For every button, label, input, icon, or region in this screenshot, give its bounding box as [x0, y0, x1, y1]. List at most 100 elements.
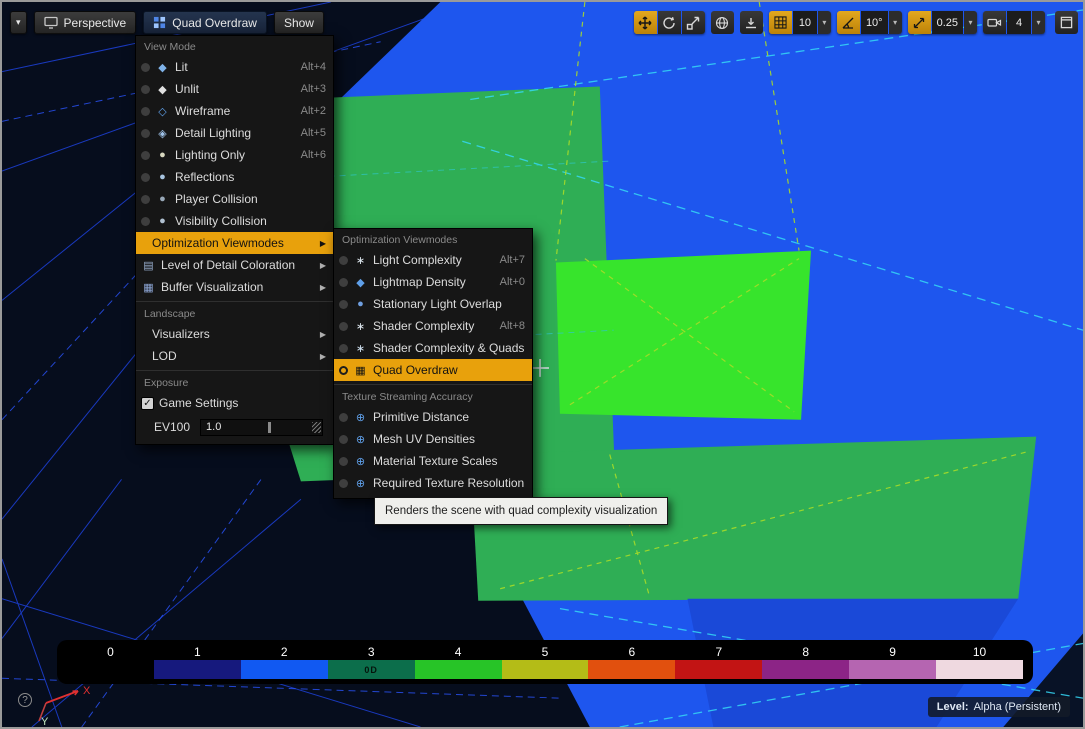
- menu-item-unlit[interactable]: ◆UnlitAlt+3: [136, 78, 333, 100]
- visibility-collision-icon: ●: [155, 215, 170, 227]
- menu-item-stationary-light-overlap[interactable]: ● Stationary Light Overlap: [334, 293, 532, 315]
- perspective-button[interactable]: Perspective: [34, 11, 137, 34]
- rotation-snap-value[interactable]: 10°: [861, 11, 888, 34]
- radio-icon: [339, 322, 348, 331]
- menu-item-visualizers[interactable]: Visualizers▶: [136, 323, 333, 345]
- scale-segment-3: 30D: [328, 645, 415, 679]
- menu-item-lod[interactable]: LOD▶: [136, 345, 333, 367]
- scale-snap-group: 0.25 ▾: [908, 11, 977, 34]
- camera-speed-caret-icon[interactable]: ▾: [1032, 11, 1045, 34]
- texture-streaming-items: ⊕Primitive Distance⊕Mesh UV Densities⊕Ma…: [334, 406, 532, 494]
- scale-snap-value[interactable]: 0.25: [932, 11, 963, 34]
- scale-segment-6: 6: [588, 645, 675, 679]
- menu-item-label: Player Collision: [175, 192, 326, 206]
- menu-item-optimization-viewmodes[interactable]: Optimization Viewmodes▶: [136, 232, 333, 254]
- menu-item-label: Required Texture Resolution: [373, 476, 525, 490]
- menu-item-material-texture-scales[interactable]: ⊕Material Texture Scales: [334, 450, 532, 472]
- camera-speed-icon: [987, 16, 1002, 29]
- radio-icon: [339, 479, 348, 488]
- detail-lighting-icon: ◈: [155, 127, 170, 140]
- menu-item-game-settings[interactable]: ✓ Game Settings: [136, 392, 333, 414]
- menu-item-shader-complexity[interactable]: ∗Shader ComplexityAlt+8: [334, 315, 532, 337]
- camera-speed-button[interactable]: [983, 11, 1006, 34]
- stationary-light-overlap-icon: ●: [353, 298, 368, 310]
- menu-item-detail-lighting[interactable]: ◈Detail LightingAlt+5: [136, 122, 333, 144]
- menu-item-required-texture-resolution[interactable]: ⊕Required Texture Resolution: [334, 472, 532, 494]
- menu-item-label: Quad Overdraw: [373, 363, 525, 377]
- grid-snap-caret-icon[interactable]: ▾: [818, 11, 831, 34]
- reflections-icon: ●: [155, 171, 170, 183]
- menu-item-mesh-uv-densities[interactable]: ⊕Mesh UV Densities: [334, 428, 532, 450]
- scale-color-swatch: [762, 660, 849, 679]
- menu-item-label: Level of Detail Coloration: [161, 258, 312, 272]
- menu-item-light-complexity[interactable]: ∗Light ComplexityAlt+7: [334, 249, 532, 271]
- show-button[interactable]: Show: [274, 11, 324, 34]
- radio-icon: [141, 195, 150, 204]
- y-axis-label: Y: [41, 716, 49, 727]
- axis-gizmo: X Y: [28, 679, 100, 727]
- scale-snap-caret-icon[interactable]: ▾: [964, 11, 977, 34]
- viewmode-button[interactable]: Quad Overdraw: [143, 11, 267, 34]
- viewport-options-button[interactable]: ▾: [10, 11, 27, 34]
- ev100-slider[interactable]: 1.0: [200, 419, 323, 436]
- radio-icon: [339, 256, 348, 265]
- scale-snap-toggle[interactable]: [908, 11, 931, 34]
- scale-icon: [686, 16, 700, 30]
- surface-snap-button[interactable]: [740, 11, 763, 34]
- game-settings-checkbox[interactable]: ✓: [141, 397, 154, 410]
- menu-item-label: Stationary Light Overlap: [373, 297, 525, 311]
- menu-item-reflections[interactable]: ●Reflections: [136, 166, 333, 188]
- menu-item-visibility-collision[interactable]: ●Visibility Collision: [136, 210, 333, 232]
- rotation-snap-caret-icon[interactable]: ▾: [889, 11, 902, 34]
- menu-item-lit[interactable]: ◆LitAlt+4: [136, 56, 333, 78]
- menu-item-lightmap-density[interactable]: ◆Lightmap DensityAlt+0: [334, 271, 532, 293]
- scale-snap-icon: [912, 16, 926, 30]
- menu-item-shader-complexity-quads[interactable]: ∗Shader Complexity & Quads: [334, 337, 532, 359]
- menu-item-shortcut: Alt+3: [301, 83, 326, 95]
- grid-snap-toggle[interactable]: [769, 11, 792, 34]
- menu-item-label: Lightmap Density: [373, 275, 495, 289]
- menu-item-buffer-visualization[interactable]: ▦Buffer Visualization▶: [136, 276, 333, 298]
- menu-item-label: Buffer Visualization: [161, 280, 312, 294]
- menu-item-primitive-distance[interactable]: ⊕Primitive Distance: [334, 406, 532, 428]
- grid-snap-value[interactable]: 10: [793, 11, 817, 34]
- menu-item-lighting-only[interactable]: ●Lighting OnlyAlt+6: [136, 144, 333, 166]
- menu-item-label: Visualizers: [152, 327, 312, 341]
- radio-icon: [141, 63, 150, 72]
- grid-snap-group: 10 ▾: [769, 11, 831, 34]
- ev100-slider-thumb[interactable]: [268, 422, 271, 433]
- exposure-header: Exposure: [136, 372, 333, 392]
- radio-icon: [339, 457, 348, 466]
- viewmode-label: Quad Overdraw: [172, 16, 257, 30]
- menu-item-shortcut: Alt+0: [500, 276, 525, 288]
- shader-complexity-quads-icon: ∗: [353, 342, 368, 355]
- radio-icon: [141, 173, 150, 182]
- radio-icon: [339, 278, 348, 287]
- menu-item-label: Unlit: [175, 82, 296, 96]
- menu-item-label: Lit: [175, 60, 296, 74]
- camera-speed-value[interactable]: 4: [1007, 11, 1031, 34]
- scale-tool-button[interactable]: [682, 11, 705, 34]
- scale-segment-7: 7: [675, 645, 762, 679]
- checkmark-icon: ✓: [143, 398, 151, 409]
- scale-segment-1: 1: [154, 645, 241, 679]
- menu-item-quad-overdraw[interactable]: ▦Quad Overdraw: [334, 359, 532, 381]
- scale-color-swatch: 0D: [328, 660, 415, 679]
- dropdown-caret-icon: ▾: [16, 17, 21, 28]
- rotate-tool-button[interactable]: [658, 11, 681, 34]
- menu-item-player-collision[interactable]: ●Player Collision: [136, 188, 333, 210]
- scale-color-swatch: [588, 660, 675, 679]
- scale-label: 9: [849, 645, 936, 660]
- menu-item-shortcut: Alt+8: [500, 320, 525, 332]
- exposure-section: Exposure ✓ Game Settings EV100 1.0: [136, 370, 333, 440]
- menu-item-level-of-detail-coloration[interactable]: ▤Level of Detail Coloration▶: [136, 254, 333, 276]
- scale-color-swatch: [67, 660, 154, 679]
- quad-overdraw-viewmode-icon: [153, 16, 166, 29]
- radio-icon: [339, 435, 348, 444]
- rotation-snap-toggle[interactable]: [837, 11, 860, 34]
- menu-item-wireframe[interactable]: ◇WireframeAlt+2: [136, 100, 333, 122]
- level-status-badge: Level: Alpha (Persistent): [928, 697, 1070, 717]
- maximize-viewport-button[interactable]: [1055, 11, 1078, 34]
- move-tool-button[interactable]: [634, 11, 657, 34]
- coordinate-system-button[interactable]: [711, 11, 734, 34]
